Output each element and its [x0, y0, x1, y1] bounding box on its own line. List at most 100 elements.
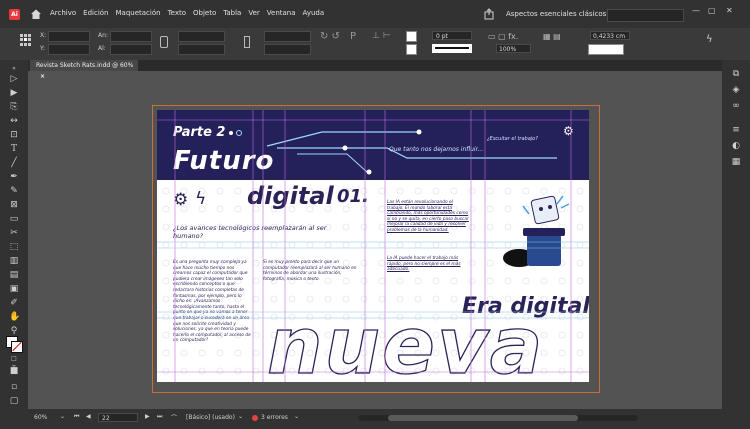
preflight-icon[interactable]: ⌒	[171, 413, 177, 422]
menu-ver[interactable]: Ver	[248, 9, 259, 17]
scissors-tool-icon[interactable]: ✂	[9, 228, 19, 238]
opacity-field[interactable]: 100%	[496, 44, 531, 53]
tagline[interactable]: Que tanto nos dejamos influir...	[389, 146, 483, 153]
menu-ayuda[interactable]: Ayuda	[303, 9, 325, 17]
share-icon[interactable]	[483, 8, 495, 20]
apply-color-icon[interactable]: ■	[9, 366, 19, 376]
close-tab-icon[interactable]: ×	[40, 73, 45, 80]
errors-chevron-icon[interactable]: ⌄	[294, 413, 299, 420]
home-icon[interactable]	[30, 8, 42, 20]
scale-x-field[interactable]	[178, 31, 225, 42]
scrollbar-thumb[interactable]	[388, 415, 578, 421]
layers-panel-icon[interactable]: ◈	[730, 84, 742, 96]
links-panel-icon[interactable]: ∞	[730, 100, 742, 112]
title-futuro[interactable]: Futuro	[173, 146, 274, 176]
style-chevron-icon[interactable]: ⌄	[238, 413, 243, 420]
subtitle-digital[interactable]: digital	[247, 182, 334, 210]
effects-icon[interactable]: ▭ ▢ fx.	[488, 32, 518, 41]
eyedropper-tool-icon[interactable]: ✐	[9, 298, 19, 308]
next-page-icon[interactable]: ▶	[145, 413, 150, 420]
gap-tool-icon[interactable]: ↔	[9, 116, 19, 126]
section-number[interactable]: 01.	[337, 186, 369, 207]
menu-tabla[interactable]: Tabla	[223, 9, 241, 17]
height-field[interactable]	[110, 44, 152, 55]
nueva-outline-text[interactable]: nueva	[266, 307, 544, 382]
rotate-icon[interactable]: ↻ ↺	[320, 31, 340, 42]
error-count[interactable]: 3 errores	[261, 414, 288, 421]
preview-mode-icon[interactable]: ▢	[9, 396, 19, 406]
x-field[interactable]	[48, 31, 90, 42]
pencil-tool-icon[interactable]: ✎	[9, 186, 19, 196]
document-page[interactable]: Parte 2 Futuro Que tanto nos dejamos inf…	[157, 110, 589, 382]
swatches-panel-icon[interactable]: ▦	[730, 156, 742, 168]
menu-archivo[interactable]: Archivo	[50, 9, 76, 17]
workspace-switcher[interactable]: Aspectos esenciales clásicos ⌄	[506, 10, 614, 18]
scale-y-field[interactable]	[178, 44, 225, 55]
menu-objeto[interactable]: Objeto	[193, 9, 216, 17]
rectangle-tool-icon[interactable]: ▭	[9, 214, 19, 224]
style-label[interactable]: [Básico] (usado)	[186, 414, 235, 421]
align-icon[interactable]: ⊥ ⊢	[372, 31, 391, 41]
width-field[interactable]	[110, 31, 152, 42]
gradient-tool-icon[interactable]: ▥	[9, 256, 19, 266]
zoom-level[interactable]: 60%	[34, 414, 47, 421]
zoom-chevron-icon[interactable]: ⌄	[60, 413, 65, 420]
text-frame-icon[interactable]: P	[350, 31, 356, 42]
horizontal-scrollbar[interactable]	[358, 415, 638, 421]
lightning-icon[interactable]: ϟ	[706, 34, 713, 45]
formatting-icon[interactable]: □ T	[9, 354, 19, 372]
gradient-feather-tool-icon[interactable]: ▤	[9, 270, 19, 280]
rotation-field[interactable]	[264, 31, 311, 42]
part-label[interactable]: Parte 2	[173, 125, 225, 140]
free-transform-tool-icon[interactable]: ⬚	[9, 242, 19, 252]
y-field[interactable]	[48, 44, 90, 55]
stroke-weight-field[interactable]: 0 pt	[432, 31, 472, 40]
direct-selection-tool-icon[interactable]: ▶	[9, 88, 19, 98]
column-3b-text[interactable]: La IA puede hacer el trabajo más rápido,…	[387, 256, 469, 273]
minimize-button[interactable]: —	[692, 6, 700, 15]
shear-field[interactable]	[264, 44, 311, 55]
size-field[interactable]: 0,4233 cm	[590, 31, 630, 40]
column-2-text[interactable]: Si es muy pronto para decir que un compu…	[263, 260, 363, 282]
color-swatch[interactable]	[588, 44, 624, 55]
page-number-field[interactable]: 22	[98, 413, 138, 422]
content-collector-icon[interactable]: ⊡	[9, 130, 19, 140]
pen-tool-icon[interactable]: ✒	[9, 172, 19, 182]
last-page-icon[interactable]: ⏭	[157, 413, 162, 421]
pages-panel-icon[interactable]: ⧉	[730, 68, 742, 80]
close-window-button[interactable]: ✕	[726, 6, 733, 15]
line-tool-icon[interactable]: ╱	[9, 158, 19, 168]
column-1-text[interactable]: Es una pregunta muy compleja ya que hace…	[173, 260, 253, 344]
fill-swatch[interactable]	[406, 31, 417, 42]
page-tool-icon[interactable]: ⎘	[9, 102, 19, 112]
menu-texto[interactable]: Texto	[168, 9, 186, 17]
rectangle-frame-tool-icon[interactable]: ⊠	[9, 200, 19, 210]
collapse-icon[interactable]: «	[9, 64, 19, 74]
wrap-icon[interactable]: ▦ ▤	[543, 32, 561, 41]
stroke-panel-icon[interactable]: ≡	[730, 124, 742, 136]
document-tab[interactable]: Revista Sketch Rats.indd @ 60% ×	[30, 60, 138, 80]
stroke-swatch[interactable]	[406, 44, 417, 55]
search-input[interactable]	[607, 9, 684, 22]
selection-tool-icon[interactable]: ▷	[9, 74, 19, 84]
column-3-text[interactable]: Las IA están revolucionando el trabajo. …	[387, 200, 469, 234]
stroke-color-icon[interactable]	[11, 341, 23, 353]
section-question[interactable]: ¿Los avances tecnológicos reemplazarán a…	[173, 224, 333, 240]
screen-mode-icon[interactable]: ▫	[9, 382, 19, 392]
reference-point-icon[interactable]	[20, 34, 32, 46]
zoom-tool-icon[interactable]: ⚲	[9, 326, 19, 336]
robot-trash-illustration[interactable]	[497, 192, 577, 272]
note-tool-icon[interactable]: ▣	[9, 284, 19, 294]
color-panel-icon[interactable]: ◐	[730, 140, 742, 152]
hand-tool-icon[interactable]: ✋	[9, 312, 20, 322]
prev-page-icon[interactable]: ◀	[86, 413, 91, 420]
menu-ventana[interactable]: Ventana	[267, 9, 296, 17]
first-page-icon[interactable]: ⏮	[74, 413, 79, 421]
link-scale-icon[interactable]	[244, 36, 250, 48]
maximize-button[interactable]: ▢	[708, 6, 716, 15]
menu-maquetacion[interactable]: Maquetación	[116, 9, 161, 17]
type-tool-icon[interactable]: T	[9, 144, 19, 154]
menu-edicion[interactable]: Edición	[83, 9, 108, 17]
header-question[interactable]: ¿Escuitar el trabajo?	[487, 136, 538, 142]
stroke-style-select[interactable]	[432, 44, 472, 53]
